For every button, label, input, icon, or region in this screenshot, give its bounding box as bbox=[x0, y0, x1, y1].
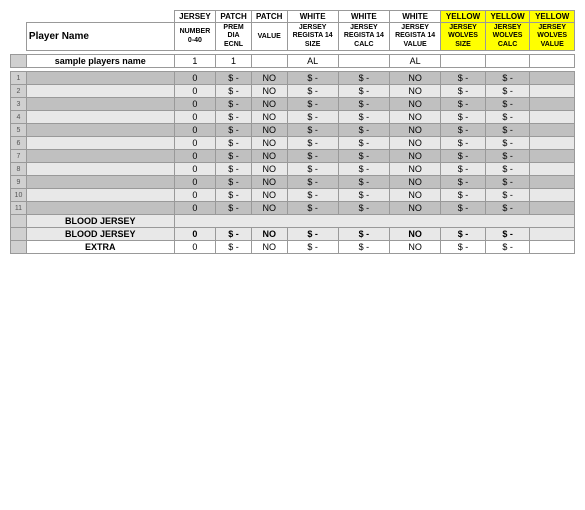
white2-header-1: WHITE bbox=[338, 11, 389, 23]
patch-header-1: PATCH bbox=[216, 11, 252, 23]
patch-header-2: PREMDIAECNL bbox=[216, 23, 252, 51]
main-table: JERSEY PATCH PATCH WHITE WHITE WHITE YEL… bbox=[10, 10, 575, 254]
player-name-cell bbox=[26, 176, 174, 189]
row-num: 4 bbox=[11, 111, 27, 124]
w3-cell: NO bbox=[390, 72, 441, 85]
white1-header-1: WHITE bbox=[287, 11, 338, 23]
player-name-cell bbox=[26, 72, 174, 85]
white3-header-1: WHITE bbox=[390, 11, 441, 23]
player-name-cell bbox=[26, 189, 174, 202]
header-row-1: JERSEY PATCH PATCH WHITE WHITE WHITE YEL… bbox=[11, 11, 575, 23]
extra-rownum bbox=[11, 241, 27, 254]
player-name-header-1 bbox=[26, 11, 174, 23]
row-num: 6 bbox=[11, 137, 27, 150]
blood-data-name: BLOOD JERSEY bbox=[26, 228, 174, 241]
sample-yellow-value bbox=[530, 55, 575, 68]
player-name-cell bbox=[26, 124, 174, 137]
player-name-cell bbox=[26, 98, 174, 111]
yellow3-header-2: JERSEYWOLVESVALUE bbox=[530, 23, 575, 51]
blood-label-name: BLOOD JERSEY bbox=[26, 215, 174, 228]
row-num: 8 bbox=[11, 163, 27, 176]
rownum-header-1 bbox=[11, 11, 27, 23]
yellow1-header-2: JERSEYWOLVESSIZE bbox=[441, 23, 486, 51]
player-name-cell bbox=[26, 85, 174, 98]
row-num: 1 bbox=[11, 72, 27, 85]
patch2-header-1: PATCH bbox=[251, 11, 287, 23]
white1-header-2: JERSEYREGISTA 14SIZE bbox=[287, 23, 338, 51]
player-name-cell bbox=[26, 150, 174, 163]
table-row: 5 0$ -NO$ -$ -NO$ -$ - bbox=[11, 124, 575, 137]
sample-patch2 bbox=[251, 55, 287, 68]
jersey-header-1: JERSEY bbox=[174, 11, 216, 23]
w2-cell: $ - bbox=[338, 72, 389, 85]
row-num: 3 bbox=[11, 98, 27, 111]
sample-yellow-calc bbox=[485, 55, 530, 68]
y3-cell bbox=[530, 72, 575, 85]
white3-header-2: JERSEYREGISTA 14VALUE bbox=[390, 23, 441, 51]
table-row: 1 0 $ - NO $ - $ - NO $ - $ - bbox=[11, 72, 575, 85]
row-num: 10 bbox=[11, 189, 27, 202]
row-num: 11 bbox=[11, 202, 27, 215]
table-row: 11 0$ -NO$ -$ -NO$ -$ - bbox=[11, 202, 575, 215]
sample-player-name: sample players name bbox=[26, 55, 174, 68]
blood-data-rownum bbox=[11, 228, 27, 241]
player-name-cell bbox=[26, 137, 174, 150]
jersey-cell: 0 bbox=[174, 72, 216, 85]
row-num: 2 bbox=[11, 85, 27, 98]
player-name-cell bbox=[26, 111, 174, 124]
patch2-cell: NO bbox=[251, 72, 287, 85]
w1-cell: $ - bbox=[287, 72, 338, 85]
yellow3-header-1: YELLOW bbox=[530, 11, 575, 23]
y2-cell: $ - bbox=[485, 72, 530, 85]
player-name-header-2: Player Name bbox=[26, 23, 174, 51]
table-row: 6 0$ -NO$ -$ -NO$ -$ - bbox=[11, 137, 575, 150]
rownum-header-2 bbox=[11, 23, 27, 51]
jersey-header-2: NUMBER0-40 bbox=[174, 23, 216, 51]
blood-data-row: BLOOD JERSEY 0$ -NO$ -$ -NO$ -$ - bbox=[11, 228, 575, 241]
sample-player-row: sample players name 1 1 AL AL bbox=[11, 55, 575, 68]
patch-cell: $ - bbox=[216, 72, 252, 85]
blood-label-rownum bbox=[11, 215, 27, 228]
player-name-cell bbox=[26, 202, 174, 215]
sample-white-size: AL bbox=[287, 55, 338, 68]
yellow1-header-1: YELLOW bbox=[441, 11, 486, 23]
blood-label-row: BLOOD JERSEY bbox=[11, 215, 575, 228]
row-num: 5 bbox=[11, 124, 27, 137]
yellow2-header-1: YELLOW bbox=[485, 11, 530, 23]
white2-header-2: JERSEYREGISTA 14CALC bbox=[338, 23, 389, 51]
player-name-cell bbox=[26, 163, 174, 176]
sample-white-value: AL bbox=[390, 55, 441, 68]
table-row: 2 0$ -NO$ -$ -NO$ -$ - bbox=[11, 85, 575, 98]
header-row-2: Player Name NUMBER0-40 PREMDIAECNL VALUE… bbox=[11, 23, 575, 51]
patch2-header-2: VALUE bbox=[251, 23, 287, 51]
sample-jersey: 1 bbox=[174, 55, 216, 68]
sample-rownum bbox=[11, 55, 27, 68]
sample-yellow-size bbox=[441, 55, 486, 68]
yellow2-header-2: JERSEYWOLVESCALC bbox=[485, 23, 530, 51]
table-row: 9 0$ -NO$ -$ -NO$ -$ - bbox=[11, 176, 575, 189]
table-row: 7 0$ -NO$ -$ -NO$ -$ - bbox=[11, 150, 575, 163]
row-num: 9 bbox=[11, 176, 27, 189]
y1-cell: $ - bbox=[441, 72, 486, 85]
sample-patch: 1 bbox=[216, 55, 252, 68]
table-row: 4 0$ -NO$ -$ -NO$ -$ - bbox=[11, 111, 575, 124]
extra-row: EXTRA 0$ -NO$ -$ -NO$ -$ - bbox=[11, 241, 575, 254]
table-row: 3 0$ -NO$ -$ -NO$ -$ - bbox=[11, 98, 575, 111]
row-num: 7 bbox=[11, 150, 27, 163]
extra-name: EXTRA bbox=[26, 241, 174, 254]
sample-white-calc bbox=[338, 55, 389, 68]
table-row: 8 0$ -NO$ -$ -NO$ -$ - bbox=[11, 163, 575, 176]
table-row: 10 0$ -NO$ -$ -NO$ -$ - bbox=[11, 189, 575, 202]
